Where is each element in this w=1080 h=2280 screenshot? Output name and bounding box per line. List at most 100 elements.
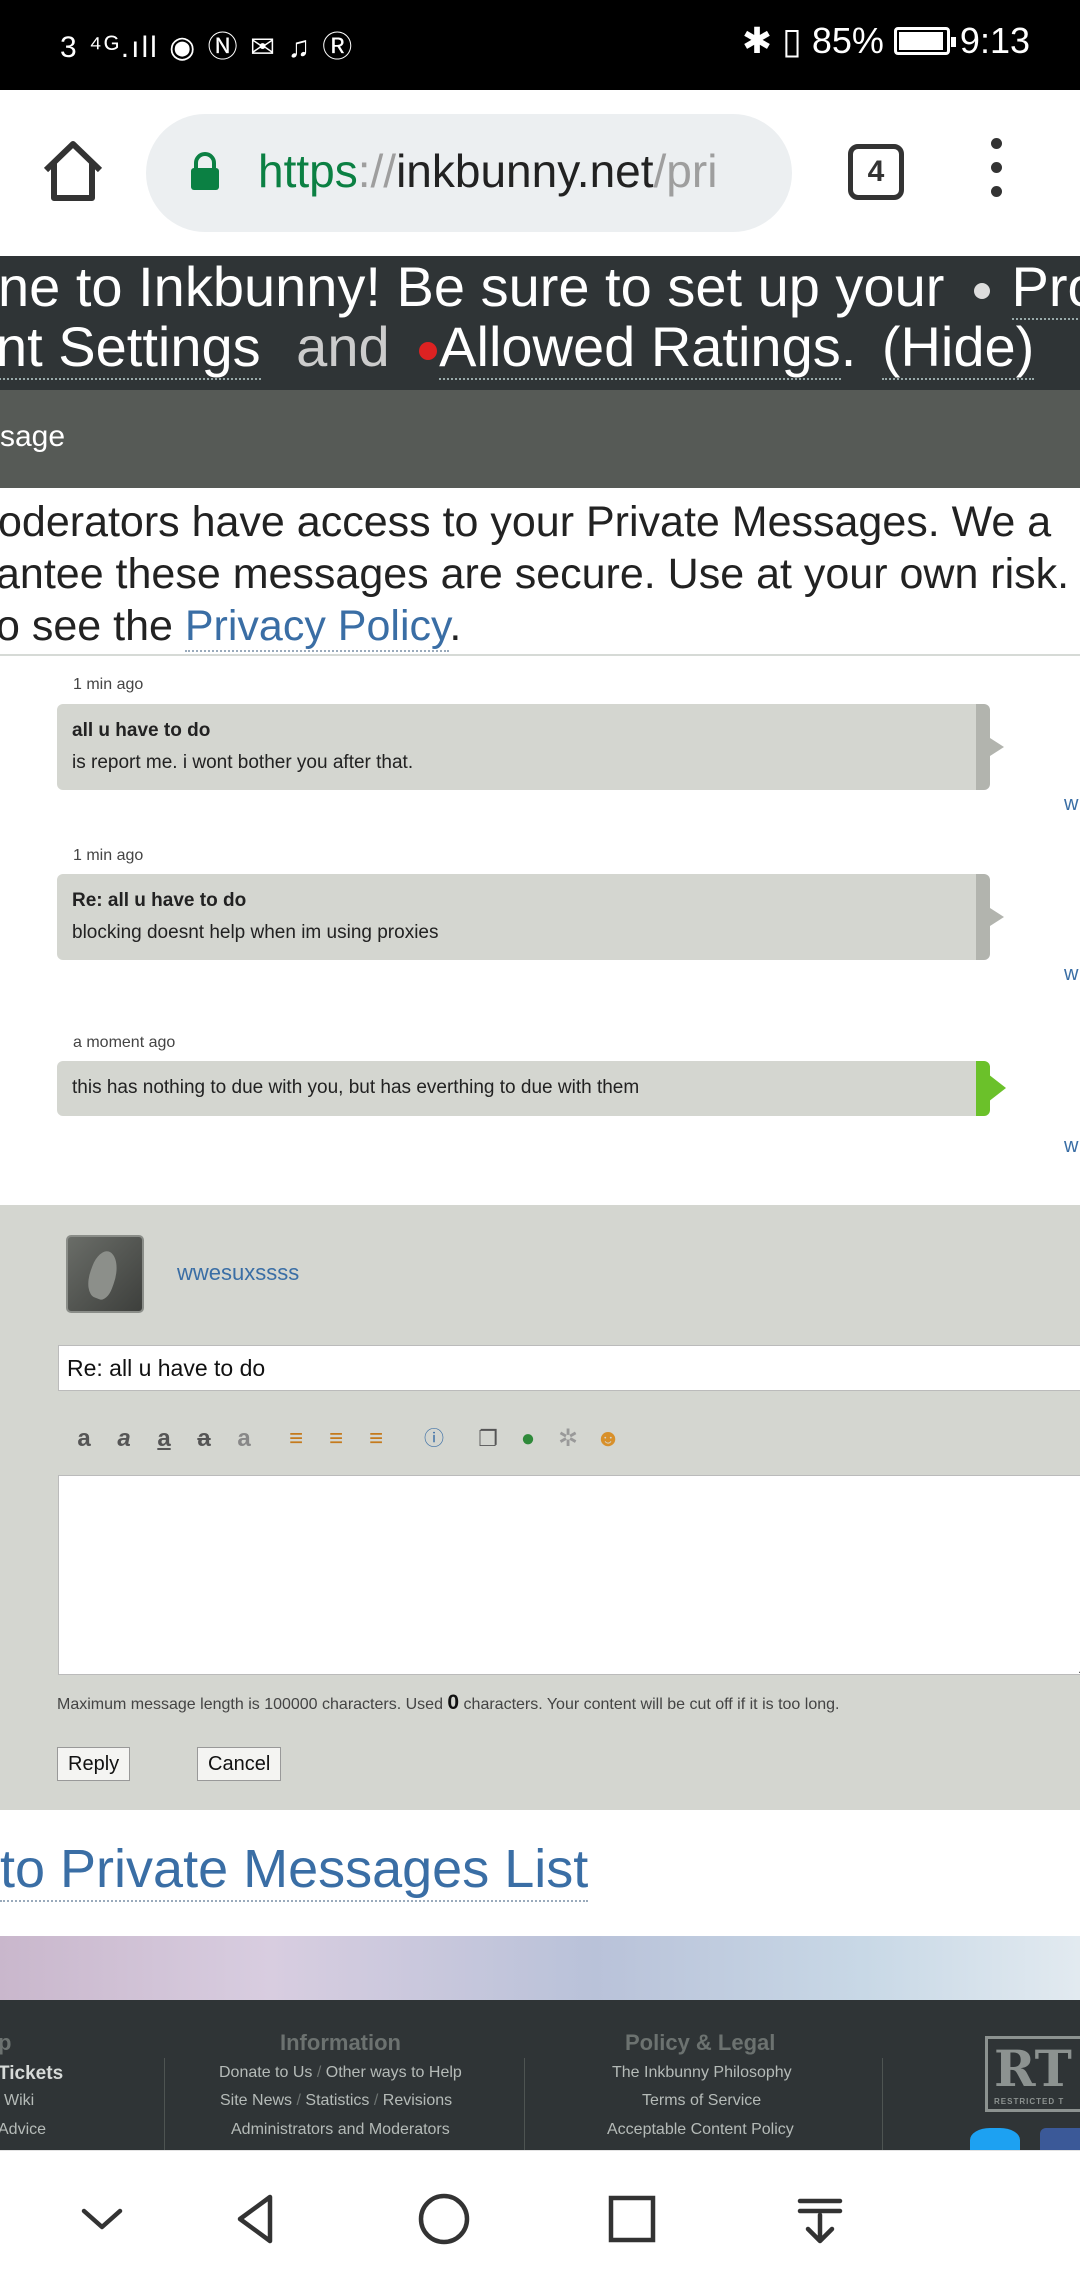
status-icons: 3 ⁴ᴳ.ıll ◉ Ⓝ ✉ ♫ Ⓡ	[60, 31, 355, 64]
back-icon[interactable]	[226, 2189, 286, 2249]
underline-icon[interactable]: a	[150, 1425, 178, 1453]
message-pointer	[990, 738, 1004, 756]
footer-info-row-1: Donate to Us / Other ways to Help	[219, 2064, 462, 2081]
browser-toolbar: https://inkbunny.net/pri 4	[0, 90, 1080, 256]
statistics-link[interactable]: Statistics	[305, 2092, 369, 2109]
char-count: 0	[447, 1691, 460, 1714]
message-timestamp: 1 min ago	[73, 676, 144, 693]
home-circle-icon[interactable]	[414, 2189, 474, 2249]
message-textarea[interactable]	[58, 1475, 1080, 1675]
notice-line-2: antee these messages are secure. Use at …	[0, 550, 1070, 598]
footer: p Tickets Wiki Advice Information Donate…	[0, 2000, 1080, 2150]
tab-switcher-button[interactable]: 4	[848, 144, 904, 200]
sender-link[interactable]: w	[1064, 963, 1078, 986]
footer-banner-art	[0, 1936, 1080, 2000]
content-policy-link[interactable]: Acceptable Content Policy	[607, 2121, 794, 2139]
philosophy-link[interactable]: The Inkbunny Philosophy	[612, 2064, 792, 2082]
back-to-list-link[interactable]: to Private Messages List	[0, 1838, 589, 1902]
footer-heading-help: p	[0, 2030, 12, 2055]
donate-link[interactable]: Donate to Us	[219, 2064, 312, 2081]
privacy-notice: oderators have access to your Private Me…	[0, 488, 1080, 656]
overflow-menu-icon[interactable]	[984, 138, 1008, 208]
bluetooth-icon: ✱	[741, 20, 773, 61]
privacy-policy-link[interactable]: Privacy Policy	[184, 602, 450, 652]
sender-link[interactable]: w	[1064, 1135, 1078, 1158]
message-pointer	[990, 908, 1004, 926]
message-bubble: this has nothing to due with you, but ha…	[57, 1061, 990, 1116]
vibrate-icon: ▯	[782, 20, 802, 61]
message-bubble: all u have to do is report me. i wont bo…	[57, 704, 990, 790]
recipient-username[interactable]: wwesuxssss	[177, 1260, 299, 1286]
sender-link[interactable]: w	[1064, 793, 1078, 816]
twitter-icon[interactable]	[970, 2128, 1020, 2150]
hide-link[interactable]: (Hide)	[881, 315, 1035, 380]
admins-link[interactable]: Administrators and Moderators	[231, 2121, 450, 2139]
rta-logo[interactable]: RT RESTRICTED T	[985, 2036, 1080, 2112]
globe-icon[interactable]: ●	[514, 1425, 542, 1453]
revisions-link[interactable]: Revisions	[383, 2092, 452, 2109]
message-body: is report me. i wont bother you after th…	[72, 752, 414, 773]
quote-icon[interactable]: ❐	[474, 1425, 502, 1453]
message-timestamp: a moment ago	[73, 1034, 176, 1051]
battery-percent: 85%	[811, 20, 884, 61]
footer-link-tickets[interactable]: Tickets	[0, 2063, 63, 2085]
banner-line-2: nt Settings and Allowed Ratings. (Hide)	[0, 314, 1035, 380]
welcome-banner: ne to Inkbunny! Be sure to set up your P…	[0, 256, 1080, 390]
subject-input[interactable]	[58, 1345, 1080, 1391]
message-subject: all u have to do	[72, 720, 211, 741]
reply-panel: wwesuxssss a a a a a ≡ ≡ ≡ ⓘ ❐ ● ✲ ☻ Max…	[0, 1205, 1080, 1810]
message-subject: Re: all u have to do	[72, 890, 247, 911]
bold-icon[interactable]: a	[70, 1425, 98, 1453]
notice-line-3: o see the Privacy Policy.	[0, 602, 462, 652]
shadow-text-icon[interactable]: a	[230, 1425, 258, 1453]
length-notice: Maximum message length is 100000 charact…	[57, 1691, 840, 1714]
strikethrough-icon[interactable]: a	[190, 1425, 218, 1453]
footer-link-wiki[interactable]: Wiki	[4, 2092, 34, 2110]
footer-link-advice[interactable]: Advice	[0, 2121, 46, 2139]
home-icon[interactable]	[38, 136, 108, 206]
lock-icon	[191, 152, 219, 190]
message-body: blocking doesnt help when im using proxi…	[72, 922, 439, 943]
notice-line-1: oderators have access to your Private Me…	[0, 498, 1052, 546]
account-settings-link[interactable]: nt Settings	[0, 315, 261, 380]
status-right: ✱ ▯ 85% 9:13	[742, 20, 1030, 62]
footer-divider	[524, 2058, 525, 2150]
message-bubble: Re: all u have to do blocking doesnt hel…	[57, 874, 990, 960]
user-info-icon[interactable]: ⓘ	[420, 1425, 448, 1453]
italic-icon[interactable]: a	[110, 1425, 138, 1453]
align-center-icon[interactable]: ≡	[322, 1425, 350, 1453]
profile-link[interactable]: Prof	[1011, 256, 1080, 320]
section-header: sage	[0, 390, 1080, 488]
footer-divider	[164, 2058, 165, 2150]
allowed-ratings-link[interactable]: Allowed Ratings	[439, 315, 841, 380]
section-title: sage	[0, 420, 66, 453]
terms-link[interactable]: Terms of Service	[642, 2092, 761, 2110]
footer-heading-policy: Policy & Legal	[625, 2030, 776, 2055]
site-news-link[interactable]: Site News	[220, 2092, 292, 2109]
footer-info-row-2: Site News / Statistics / Revisions	[220, 2092, 453, 2109]
notification-pull-icon[interactable]	[790, 2189, 850, 2249]
footer-divider	[882, 2058, 883, 2150]
url-text: https://inkbunny.net/pri	[258, 145, 718, 197]
help-link[interactable]: Other ways to Help	[326, 2064, 462, 2081]
footer-heading-information: Information	[280, 2030, 401, 2055]
message-pointer	[988, 1074, 1006, 1102]
facebook-icon[interactable]	[1040, 2128, 1080, 2150]
profile-icon	[973, 283, 990, 300]
align-left-icon[interactable]: ≡	[282, 1425, 310, 1453]
battery-icon	[893, 27, 956, 55]
message-timestamp: 1 min ago	[73, 847, 144, 864]
gear-icon[interactable]: ✲	[554, 1425, 582, 1453]
cancel-button[interactable]: Cancel	[197, 1747, 282, 1781]
status-bar: 3 ⁴ᴳ.ıll ◉ Ⓝ ✉ ♫ Ⓡ ✱ ▯ 85% 9:13	[0, 0, 1080, 90]
chevron-down-icon[interactable]	[72, 2189, 132, 2249]
emoticon-icon[interactable]: ☻	[594, 1425, 622, 1453]
align-right-icon[interactable]: ≡	[362, 1425, 390, 1453]
clock: 9:13	[959, 20, 1030, 61]
ratings-icon	[419, 342, 438, 361]
address-bar[interactable]: https://inkbunny.net/pri	[146, 114, 792, 232]
system-nav-bar	[0, 2150, 1080, 2280]
avatar[interactable]	[66, 1235, 144, 1313]
reply-button[interactable]: Reply	[57, 1747, 131, 1781]
recents-icon[interactable]	[602, 2189, 662, 2249]
